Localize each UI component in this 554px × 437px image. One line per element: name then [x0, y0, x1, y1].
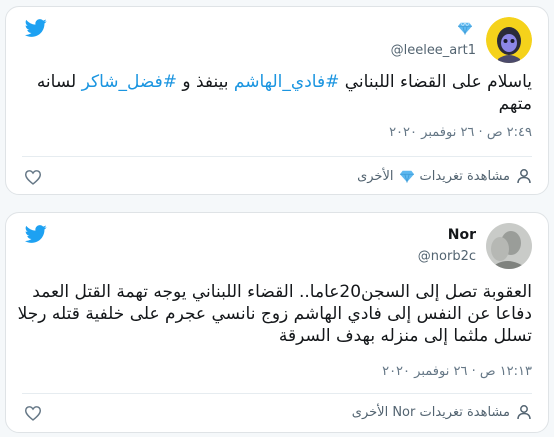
heart-icon[interactable] — [24, 405, 42, 421]
tweet-author[interactable]: @leelee_art1 — [272, 17, 532, 63]
see-more-label: مشاهدة تغريدات — [419, 168, 511, 184]
display-name[interactable]: Nor — [448, 227, 476, 243]
tweet-timestamp[interactable]: ١٢:١٣ ص · ٢٦ نوفمبر ٢٠٢٠ — [382, 364, 532, 379]
user-handle[interactable]: @norb2c — [418, 249, 476, 264]
user-handle[interactable]: @leelee_art1 — [391, 43, 476, 58]
tweet-text: العقوبة تصل إلى السجن20عاما.. القضاء الل… — [17, 282, 532, 346]
hashtag-link[interactable]: #فضل_شاكر — [82, 72, 177, 92]
tweet-text-part: ياسلام على القضاء اللبناني — [339, 72, 532, 92]
divider — [22, 393, 532, 394]
see-more-tweets-link[interactable]: مشاهدة تغريدات الأخرى — [357, 168, 532, 184]
avatar[interactable] — [486, 17, 532, 63]
see-more-label: مشاهدة تغريدات Nor الأخرى — [351, 404, 510, 420]
see-more-tweets-link[interactable]: مشاهدة تغريدات Nor الأخرى — [352, 404, 532, 420]
tweet-card[interactable]: Nor @norb2c العقوبة تصل إلى السجن20عاما.… — [5, 212, 549, 433]
avatar-illustration — [486, 17, 532, 63]
hashtag-link[interactable]: #فادي_الهاشم — [234, 72, 339, 92]
tweet-timestamp[interactable]: ٢:٤٩ ص · ٢٦ نوفمبر ٢٠٢٠ — [389, 125, 532, 140]
avatar[interactable] — [486, 223, 532, 269]
tweet-author[interactable]: Nor @norb2c — [272, 223, 532, 269]
person-icon — [517, 169, 531, 184]
gem-icon — [458, 21, 472, 35]
tweet-text-part: بينفذ و — [176, 72, 234, 92]
see-more-suffix: الأخرى — [357, 168, 394, 184]
person-icon — [517, 405, 531, 420]
tweet-text: ياسلام على القضاء اللبناني #فادي_الهاشم … — [22, 71, 532, 115]
tweet-card[interactable]: @leelee_art1 ياسلام على القضاء اللبناني … — [5, 6, 549, 195]
heart-icon[interactable] — [24, 169, 42, 185]
twitter-bird-icon[interactable] — [23, 223, 49, 245]
divider — [22, 156, 532, 157]
twitter-bird-icon[interactable] — [23, 17, 49, 39]
avatar-photo — [486, 223, 532, 269]
gem-icon — [399, 170, 414, 183]
